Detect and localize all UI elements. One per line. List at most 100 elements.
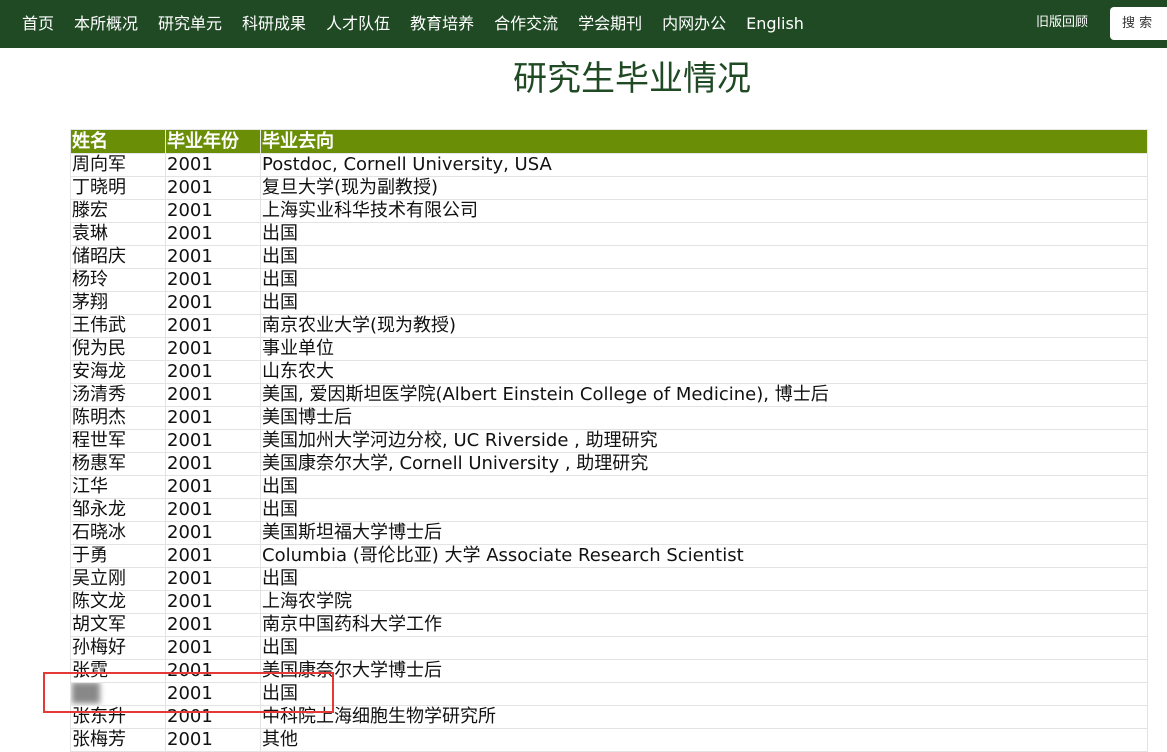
cell-name: 陈文龙	[70, 590, 166, 614]
cell-name: 张霓	[70, 659, 166, 683]
nav-item-achievements[interactable]: 科研成果	[232, 0, 316, 48]
nav-item-about[interactable]: 本所概况	[64, 0, 148, 48]
cell-destination: 美国斯坦福大学博士后	[260, 521, 1148, 545]
cell-destination: 其他	[260, 728, 1148, 752]
cell-name: 胡文军	[70, 613, 166, 637]
table-row: 储昭庆 2001 出国	[70, 245, 1148, 269]
cell-destination: 出国	[260, 475, 1148, 499]
table-row: 于勇 2001 Columbia (哥伦比亚) 大学 Associate Resea…	[70, 544, 1148, 568]
cell-destination: 出国	[260, 567, 1148, 591]
cell-name: 茅翔	[70, 291, 166, 315]
nav-item-english[interactable]: English	[736, 0, 814, 48]
cell-year: 2001	[165, 636, 261, 660]
top-navigation-bar: 首页 本所概况 研究单元 科研成果 人才队伍 教育培养 合作交流 学会期刊 内网…	[0, 0, 1167, 48]
cell-name: 王伟武	[70, 314, 166, 338]
cell-year: 2001	[165, 291, 261, 315]
cell-name: 杨惠军	[70, 452, 166, 476]
cell-name: 张梅芳	[70, 728, 166, 752]
cell-name: 袁琳	[70, 222, 166, 246]
cell-destination: Columbia (哥伦比亚) 大学 Associate Research Sc…	[260, 544, 1148, 568]
nav-item-journals[interactable]: 学会期刊	[568, 0, 652, 48]
cell-year: 2001	[165, 314, 261, 338]
nav-item-home[interactable]: 首页	[12, 0, 64, 48]
cell-name: 程世军	[70, 429, 166, 453]
cell-destination: 山东农大	[260, 360, 1148, 384]
table-row: 石晓冰 2001 美国斯坦福大学博士后	[70, 521, 1148, 545]
table-row: 杨惠军 2001 美国康奈尔大学, Cornell University , 助理研…	[70, 452, 1148, 476]
cell-destination: 事业单位	[260, 337, 1148, 361]
table-row: 胡文军 2001 南京中国药科大学工作	[70, 613, 1148, 637]
cell-name: 石晓冰	[70, 521, 166, 545]
cell-destination: 上海农学院	[260, 590, 1148, 614]
cell-year: 2001	[165, 521, 261, 545]
redacted-name: ██	[72, 683, 100, 705]
nav-item-intranet[interactable]: 内网办公	[652, 0, 736, 48]
nav-item-research-units[interactable]: 研究单元	[148, 0, 232, 48]
cell-name: 倪为民	[70, 337, 166, 361]
header-year: 毕业年份	[165, 129, 261, 154]
cell-year: 2001	[165, 153, 261, 177]
cell-name: 张东升	[70, 705, 166, 729]
table-row: 安海龙 2001 山东农大	[70, 360, 1148, 384]
table-row: ██ 2001 出国	[70, 682, 1148, 706]
cell-year: 2001	[165, 337, 261, 361]
cell-year: 2001	[165, 567, 261, 591]
table-row: 倪为民 2001 事业单位	[70, 337, 1148, 361]
table-body: 周向军 2001 Postdoc, Cornell University, USA 丁…	[70, 153, 1148, 752]
graduates-table: 姓名 毕业年份 毕业去向 周向军 2001 Postdoc, Cornell Uni…	[70, 129, 1148, 752]
cell-year: 2001	[165, 475, 261, 499]
cell-year: 2001	[165, 682, 261, 706]
table-row: 吴立刚 2001 出国	[70, 567, 1148, 591]
cell-year: 2001	[165, 728, 261, 752]
cell-destination: 美国博士后	[260, 406, 1148, 430]
cell-destination: 美国加州大学河边分校, UC Riverside , 助理研究	[260, 429, 1148, 453]
cell-destination: 出国	[260, 498, 1148, 522]
cell-destination: 出国	[260, 245, 1148, 269]
cell-name: 滕宏	[70, 199, 166, 223]
table-header-row: 姓名 毕业年份 毕业去向	[70, 129, 1148, 154]
table-row: 陈明杰 2001 美国博士后	[70, 406, 1148, 430]
table-row: 杨玲 2001 出国	[70, 268, 1148, 292]
cell-name: 储昭庆	[70, 245, 166, 269]
cell-name: ██	[70, 682, 166, 706]
table-row: 汤清秀 2001 美国, 爱因斯坦医学院(Albert Einstein Colle…	[70, 383, 1148, 407]
old-version-link[interactable]: 旧版回顾	[1036, 0, 1088, 46]
cell-name: 安海龙	[70, 360, 166, 384]
cell-destination: 出国	[260, 682, 1148, 706]
table-row: 张东升 2001 中科院上海细胞生物学研究所	[70, 705, 1148, 729]
cell-name: 杨玲	[70, 268, 166, 292]
table-row: 张霓 2001 美国康奈尔大学博士后	[70, 659, 1148, 683]
table-row: 程世军 2001 美国加州大学河边分校, UC Riverside , 助理研究	[70, 429, 1148, 453]
table-row: 江华 2001 出国	[70, 475, 1148, 499]
table-row: 陈文龙 2001 上海农学院	[70, 590, 1148, 614]
cell-name: 汤清秀	[70, 383, 166, 407]
cell-year: 2001	[165, 544, 261, 568]
cell-year: 2001	[165, 613, 261, 637]
table-row: 茅翔 2001 出国	[70, 291, 1148, 315]
cell-destination: 南京农业大学(现为教授)	[260, 314, 1148, 338]
cell-destination: 出国	[260, 268, 1148, 292]
search-button[interactable]: 搜 索	[1110, 7, 1167, 40]
cell-name: 孙梅好	[70, 636, 166, 660]
cell-name: 于勇	[70, 544, 166, 568]
cell-destination: Postdoc, Cornell University, USA	[260, 153, 1148, 177]
cell-year: 2001	[165, 590, 261, 614]
table-row: 邹永龙 2001 出国	[70, 498, 1148, 522]
table-row: 滕宏 2001 上海实业科华技术有限公司	[70, 199, 1148, 223]
graduates-table-container: 姓名 毕业年份 毕业去向 周向军 2001 Postdoc, Cornell Uni…	[70, 129, 1148, 752]
cell-destination: 中科院上海细胞生物学研究所	[260, 705, 1148, 729]
cell-destination: 南京中国药科大学工作	[260, 613, 1148, 637]
cell-name: 江华	[70, 475, 166, 499]
nav-item-team[interactable]: 人才队伍	[316, 0, 400, 48]
table-row: 丁晓明 2001 复旦大学(现为副教授)	[70, 176, 1148, 200]
cell-year: 2001	[165, 245, 261, 269]
cell-year: 2001	[165, 659, 261, 683]
table-row: 袁琳 2001 出国	[70, 222, 1148, 246]
cell-destination: 美国康奈尔大学, Cornell University , 助理研究	[260, 452, 1148, 476]
cell-year: 2001	[165, 383, 261, 407]
nav-item-education[interactable]: 教育培养	[400, 0, 484, 48]
table-row: 周向军 2001 Postdoc, Cornell University, USA	[70, 153, 1148, 177]
nav-item-cooperation[interactable]: 合作交流	[484, 0, 568, 48]
cell-destination: 出国	[260, 291, 1148, 315]
cell-year: 2001	[165, 222, 261, 246]
